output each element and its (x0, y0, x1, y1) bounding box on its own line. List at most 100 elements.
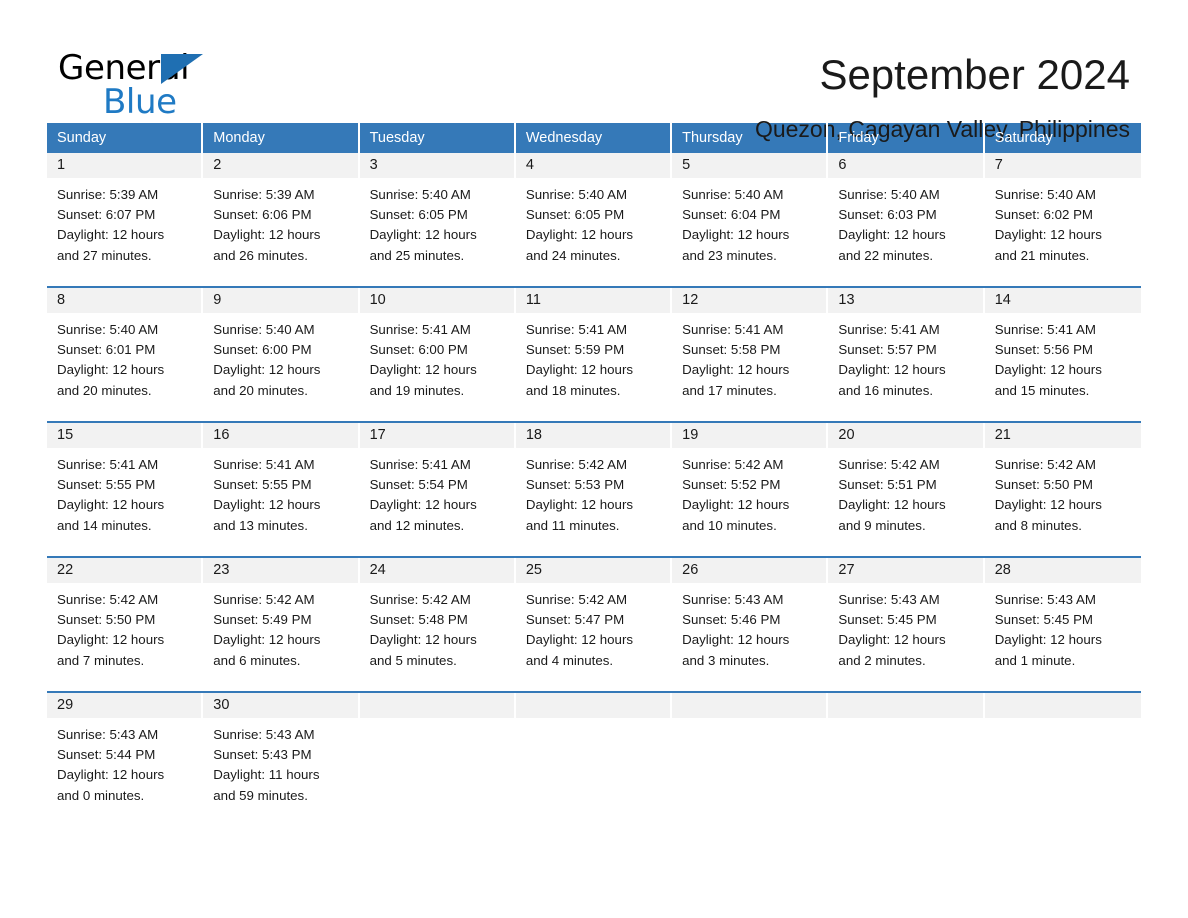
sunset-text: Sunset: 6:05 PM (525, 207, 625, 223)
sunrise-text: Sunrise: 5:42 AM (525, 592, 628, 607)
day-details: Sunrise: 5:43 AM Sunset: 5:44 PM Daylight:… (47, 718, 201, 806)
day-number: 22 (47, 558, 202, 583)
weekday-header-wednesday: Wednesday (516, 123, 673, 153)
daylight-text-line1: Daylight: 12 hours (525, 362, 634, 378)
calendar-day-cell[interactable]: 11 Sunrise: 5:41 AM Sunset: 5:59 PM Dayligh… (515, 288, 673, 410)
daylight-text-line2: and 21 minutes. (994, 247, 1090, 263)
calendar-day-cell[interactable]: 16 Sunrise: 5:41 AM Sunset: 5:55 PM Dayligh… (203, 423, 360, 545)
daylight-text-line2: and 17 minutes. (682, 382, 777, 398)
sunrise-text: Sunrise: 5:40 AM (525, 187, 628, 202)
calendar-day-cell[interactable]: 23 Sunrise: 5:42 AM Sunset: 5:49 PM Dayligh… (203, 558, 360, 680)
day-number (359, 693, 514, 718)
day-details: Sunrise: 5:42 AM Sunset: 5:48 PM Daylight:… (360, 583, 514, 671)
day-number: 19 (672, 423, 827, 448)
calendar-day-cell[interactable]: 3 Sunrise: 5:40 AM Sunset: 6:05 PM Daylight… (359, 153, 516, 275)
day-number: 29 (47, 693, 202, 718)
calendar-day-cell[interactable]: 10 Sunrise: 5:41 AM Sunset: 6:00 PM Dayligh… (359, 288, 516, 410)
sunrise-text: Sunrise: 5:43 AM (57, 727, 159, 742)
calendar-day-cell[interactable]: 14 Sunrise: 5:41 AM Sunset: 5:56 PM Dayligh… (984, 288, 1141, 410)
calendar-day-cell[interactable]: 20 Sunrise: 5:42 AM Sunset: 5:51 PM Dayligh… (828, 423, 985, 545)
weekday-header-monday: Monday (203, 123, 360, 153)
calendar-day-cell[interactable]: 6 Sunrise: 5:40 AM Sunset: 6:03 PM Daylight… (828, 153, 985, 275)
sunrise-text: Sunrise: 5:41 AM (369, 322, 471, 337)
daylight-text-line2: and 3 minutes. (682, 652, 770, 668)
daylight-text-line2: and 18 minutes. (525, 382, 621, 398)
calendar-day-cell[interactable]: 2 Sunrise: 5:39 AM Sunset: 6:06 PM Daylight… (203, 153, 360, 275)
calendar-day-cell[interactable]: 5 Sunrise: 5:40 AM Sunset: 6:04 PM Daylight… (672, 153, 829, 275)
sunset-text: Sunset: 5:48 PM (369, 612, 468, 628)
calendar-day-cell[interactable]: 19 Sunrise: 5:42 AM Sunset: 5:52 PM Dayligh… (672, 423, 829, 545)
calendar-day-cell[interactable]: 30 Sunrise: 5:43 AM Sunset: 5:43 PM Dayligh… (203, 693, 360, 815)
daylight-text-line1: Daylight: 12 hours (57, 632, 165, 648)
day-details: Sunrise: 5:40 AM Sunset: 6:05 PM Daylight:… (360, 178, 514, 266)
calendar-day-cell[interactable]: 21 Sunrise: 5:42 AM Sunset: 5:50 PM Dayligh… (984, 423, 1141, 545)
daylight-text-line2: and 59 minutes. (213, 787, 308, 803)
calendar-day-cell[interactable]: 4 Sunrise: 5:40 AM Sunset: 6:05 PM Daylight… (515, 153, 673, 275)
daylight-text-line1: Daylight: 12 hours (994, 497, 1102, 513)
sunset-text: Sunset: 6:01 PM (57, 342, 156, 358)
calendar-day-cell[interactable]: 8 Sunrise: 5:40 AM Sunset: 6:01 PM Daylight… (47, 288, 204, 410)
daylight-text-line1: Daylight: 12 hours (838, 632, 946, 648)
calendar-day-cell-empty (828, 693, 985, 815)
calendar-day-cell[interactable]: 22 Sunrise: 5:42 AM Sunset: 5:50 PM Dayligh… (47, 558, 204, 680)
calendar-day-cell[interactable]: 7 Sunrise: 5:40 AM Sunset: 6:02 PM Daylight… (984, 153, 1141, 275)
calendar-day-cell[interactable]: 1 Sunrise: 5:39 AM Sunset: 6:07 PM Daylight… (47, 153, 204, 275)
sunrise-text: Sunrise: 5:40 AM (838, 187, 940, 202)
calendar-day-cell[interactable]: 27 Sunrise: 5:43 AM Sunset: 5:45 PM Dayligh… (828, 558, 985, 680)
daylight-text-line2: and 12 minutes. (369, 517, 465, 533)
sunrise-text: Sunrise: 5:42 AM (838, 457, 940, 472)
day-number: 28 (984, 558, 1141, 583)
sunrise-text: Sunrise: 5:43 AM (838, 592, 940, 607)
sunrise-text: Sunrise: 5:41 AM (525, 322, 628, 337)
sunrise-text: Sunrise: 5:42 AM (213, 592, 315, 607)
day-details: Sunrise: 5:40 AM Sunset: 6:02 PM Daylight:… (985, 178, 1141, 266)
sunrise-text: Sunrise: 5:43 AM (682, 592, 784, 607)
day-number: 14 (984, 288, 1141, 313)
calendar-day-cell[interactable]: 26 Sunrise: 5:43 AM Sunset: 5:46 PM Dayligh… (672, 558, 829, 680)
calendar-day-cell[interactable]: 13 Sunrise: 5:41 AM Sunset: 5:57 PM Dayligh… (828, 288, 985, 410)
day-details: Sunrise: 5:42 AM Sunset: 5:47 PM Daylight:… (516, 583, 670, 671)
daylight-text-line2: and 15 minutes. (994, 382, 1090, 398)
daylight-text-line2: and 10 minutes. (682, 517, 777, 533)
sunrise-text: Sunrise: 5:42 AM (682, 457, 784, 472)
day-number: 4 (515, 153, 671, 178)
calendar-day-cell[interactable]: 24 Sunrise: 5:42 AM Sunset: 5:48 PM Dayligh… (359, 558, 516, 680)
sunrise-text: Sunrise: 5:43 AM (213, 727, 315, 742)
sunrise-text: Sunrise: 5:39 AM (213, 187, 315, 202)
sunset-text: Sunset: 5:53 PM (525, 477, 625, 493)
day-number: 15 (47, 423, 202, 448)
calendar-day-cell[interactable]: 28 Sunrise: 5:43 AM Sunset: 5:45 PM Dayligh… (984, 558, 1141, 680)
day-number: 10 (359, 288, 514, 313)
daylight-text-line2: and 8 minutes. (994, 517, 1082, 533)
day-details: Sunrise: 5:40 AM Sunset: 6:04 PM Daylight:… (672, 178, 826, 266)
daylight-text-line1: Daylight: 12 hours (213, 497, 321, 513)
day-details: Sunrise: 5:41 AM Sunset: 5:54 PM Daylight:… (360, 448, 514, 536)
sunrise-text: Sunrise: 5:39 AM (57, 187, 159, 202)
day-number: 1 (47, 153, 202, 178)
calendar-day-cell[interactable]: 15 Sunrise: 5:41 AM Sunset: 5:55 PM Dayligh… (47, 423, 204, 545)
calendar-day-cell[interactable]: 9 Sunrise: 5:40 AM Sunset: 6:00 PM Daylight… (203, 288, 360, 410)
calendar-day-cell[interactable]: 25 Sunrise: 5:42 AM Sunset: 5:47 PM Dayligh… (515, 558, 673, 680)
daylight-text-line1: Daylight: 12 hours (994, 632, 1102, 648)
sunrise-text: Sunrise: 5:41 AM (994, 322, 1096, 337)
calendar-page: General Blue September 2024 Quezon, Caga… (0, 0, 1188, 918)
day-details: Sunrise: 5:41 AM Sunset: 5:59 PM Daylight:… (516, 313, 670, 401)
daylight-text-line1: Daylight: 12 hours (525, 227, 634, 243)
sunset-text: Sunset: 5:58 PM (682, 342, 781, 358)
daylight-text-line1: Daylight: 12 hours (682, 497, 790, 513)
daylight-text-line1: Daylight: 12 hours (57, 227, 165, 243)
day-details: Sunrise: 5:40 AM Sunset: 6:01 PM Daylight:… (47, 313, 201, 401)
day-details: Sunrise: 5:42 AM Sunset: 5:50 PM Daylight:… (985, 448, 1141, 536)
calendar-day-cell[interactable]: 29 Sunrise: 5:43 AM Sunset: 5:44 PM Dayligh… (47, 693, 204, 815)
calendar-day-cell[interactable]: 12 Sunrise: 5:41 AM Sunset: 5:58 PM Dayligh… (672, 288, 829, 410)
sunset-text: Sunset: 5:57 PM (838, 342, 937, 358)
calendar-day-cell[interactable]: 18 Sunrise: 5:42 AM Sunset: 5:53 PM Dayligh… (515, 423, 673, 545)
daylight-text-line1: Daylight: 12 hours (682, 362, 790, 378)
sunset-text: Sunset: 6:00 PM (213, 342, 312, 358)
day-details: Sunrise: 5:42 AM Sunset: 5:50 PM Daylight:… (47, 583, 201, 671)
blue-triangle-icon (161, 54, 203, 84)
daylight-text-line1: Daylight: 12 hours (994, 227, 1102, 243)
calendar-day-cell[interactable]: 17 Sunrise: 5:41 AM Sunset: 5:54 PM Dayligh… (359, 423, 516, 545)
day-details: Sunrise: 5:42 AM Sunset: 5:51 PM Daylight:… (828, 448, 982, 536)
general-blue-logo[interactable]: General Blue (58, 48, 248, 124)
